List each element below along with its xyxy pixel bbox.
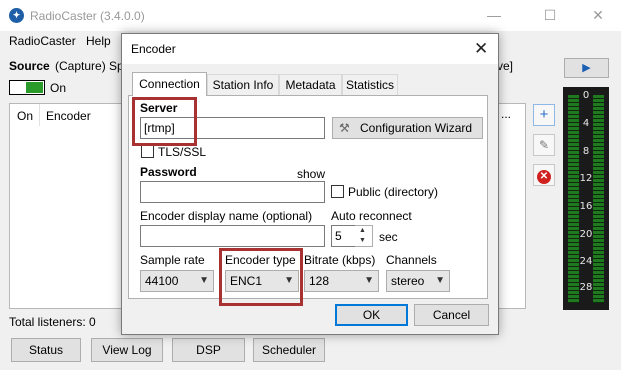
edit-encoder-icon[interactable]: ✎: [533, 134, 555, 156]
dialog-close-icon[interactable]: ✕: [474, 39, 488, 59]
chevron-down-icon: ▼: [435, 275, 445, 286]
configuration-wizard-label: Configuration Wizard: [360, 121, 473, 135]
tls-label: TLS/SSL: [158, 145, 207, 159]
tab-metadata[interactable]: Metadata: [279, 74, 342, 95]
chevron-down-icon: ▼: [199, 275, 209, 286]
chevron-down-icon: ▼: [364, 275, 374, 286]
minimize-icon[interactable]: —: [485, 6, 503, 24]
vu-label: 20: [579, 229, 593, 240]
show-password-link[interactable]: show: [297, 167, 325, 181]
password-input[interactable]: [140, 181, 325, 203]
tls-checkbox[interactable]: [141, 145, 154, 158]
vu-label: 8: [582, 146, 590, 157]
on-toggle[interactable]: [9, 80, 45, 95]
encoder-type-highlight-box: [219, 248, 303, 306]
window-title: RadioCaster (3.4.0.0): [30, 9, 145, 23]
tab-statistics[interactable]: Statistics: [342, 74, 398, 95]
app-logo-icon: ✦: [9, 8, 24, 23]
auto-reconnect-input[interactable]: 5: [331, 225, 356, 247]
status-button[interactable]: Status: [11, 338, 81, 362]
source-label: Source: [9, 59, 50, 73]
menu-radiocaster[interactable]: RadioCaster: [9, 34, 76, 48]
configuration-wizard-button[interactable]: ⚒ Configuration Wizard: [332, 117, 483, 139]
channels-value: stereo: [391, 274, 425, 288]
channels-select[interactable]: stereo ▼: [386, 270, 450, 292]
vu-label: 0: [582, 90, 590, 101]
vu-label: 28: [579, 282, 593, 293]
wand-icon: ⚒: [339, 121, 350, 135]
public-label: Public (directory): [348, 185, 439, 199]
total-listeners: Total listeners: 0: [9, 315, 96, 329]
vu-meter: 0 4 8 12 16 20 24 28: [563, 87, 609, 310]
scheduler-button[interactable]: Scheduler: [253, 338, 325, 362]
vu-label: 4: [582, 118, 590, 129]
spin-down-icon[interactable]: ▼: [359, 237, 366, 244]
auto-reconnect-spinner[interactable]: ▲ ▼: [355, 225, 373, 247]
remove-encoder-icon[interactable]: ✕: [533, 164, 555, 186]
source-detail: (Capture) Sp: [55, 59, 124, 73]
column-more[interactable]: ...: [501, 107, 511, 121]
public-checkbox[interactable]: [331, 185, 344, 198]
auto-reconnect-label: Auto reconnect: [331, 209, 412, 223]
tab-connection[interactable]: Connection: [132, 72, 207, 96]
bitrate-label: Bitrate (kbps): [304, 253, 376, 267]
vu-label: 16: [579, 201, 593, 212]
ok-button[interactable]: OK: [335, 304, 408, 326]
password-label: Password: [140, 165, 197, 179]
bitrate-value: 128: [309, 274, 330, 288]
channels-label: Channels: [386, 253, 437, 267]
dialog-title: Encoder: [131, 42, 176, 56]
column-divider: [39, 104, 40, 126]
close-icon[interactable]: ✕: [589, 6, 607, 24]
sample-rate-select[interactable]: 44100 ▼: [140, 270, 214, 292]
toggle-knob: [26, 82, 43, 93]
add-encoder-icon[interactable]: +: [533, 104, 555, 126]
spin-up-icon[interactable]: ▲: [359, 227, 366, 234]
view-log-button[interactable]: View Log: [91, 338, 163, 362]
column-header-on[interactable]: On: [17, 109, 33, 123]
display-name-label: Encoder display name (optional): [140, 209, 313, 223]
vu-label: 24: [579, 256, 593, 267]
cancel-button[interactable]: Cancel: [414, 304, 489, 326]
menu-help[interactable]: Help: [86, 34, 111, 48]
column-header-encoder[interactable]: Encoder: [46, 109, 91, 123]
bitrate-select[interactable]: 128 ▼: [304, 270, 379, 292]
vu-label: 12: [579, 173, 593, 184]
auto-reconnect-unit: sec: [379, 230, 398, 244]
play-button[interactable]: ▶: [564, 58, 609, 78]
toggle-label: On: [50, 81, 67, 95]
display-name-input[interactable]: [140, 225, 325, 247]
server-highlight-box: [132, 97, 197, 146]
dsp-button[interactable]: DSP: [172, 338, 245, 362]
dialog-titlebar: [122, 34, 498, 64]
tab-station-info[interactable]: Station Info: [207, 74, 279, 95]
maximize-icon[interactable]: ☐: [541, 6, 559, 24]
sample-rate-value: 44100: [145, 274, 179, 288]
source-tail: ve]: [497, 59, 514, 73]
play-icon: ▶: [582, 62, 591, 74]
sample-rate-label: Sample rate: [140, 253, 205, 267]
